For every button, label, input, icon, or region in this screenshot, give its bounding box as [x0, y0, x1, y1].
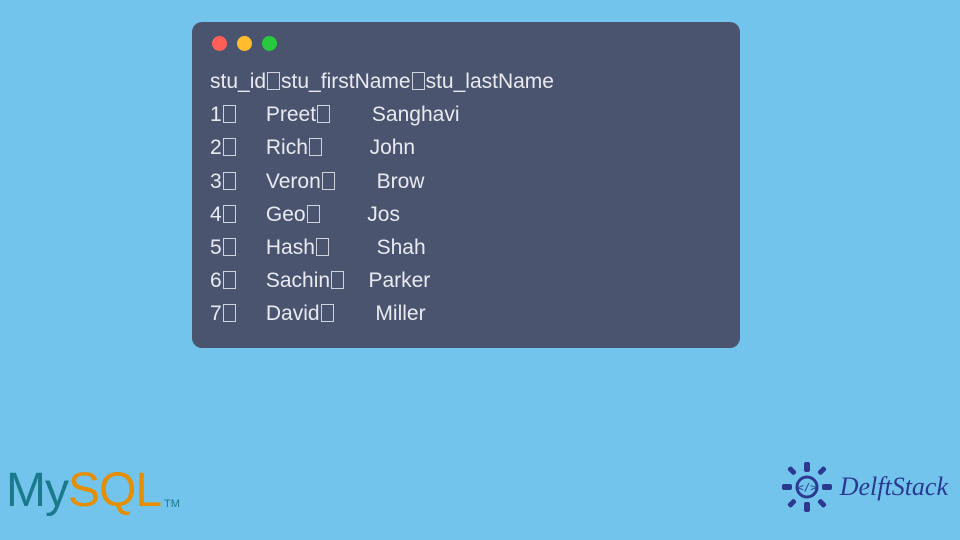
mysql-my-text: My — [6, 463, 68, 518]
cell-id: 4 — [210, 203, 222, 226]
tab-icon — [223, 205, 236, 223]
cell-id: 3 — [210, 170, 222, 193]
cell-last: Shah — [377, 236, 426, 259]
tab-icon — [223, 172, 236, 190]
svg-text:</>: </> — [797, 481, 817, 494]
tab-icon — [267, 72, 280, 90]
cell-last: Miller — [375, 302, 425, 325]
cell-first: Hash — [266, 236, 315, 259]
cell-id: 1 — [210, 103, 222, 126]
tab-icon — [331, 271, 344, 289]
header-col1: stu_id — [210, 70, 266, 93]
tab-icon — [322, 172, 335, 190]
header-col2: stu_firstName — [281, 70, 411, 93]
terminal-output: stu_idstu_firstNamestu_lastName 1 Preet … — [210, 65, 722, 330]
delftstack-label: DelftStack — [840, 472, 948, 502]
tab-icon — [223, 138, 236, 156]
cell-last: Jos — [367, 203, 400, 226]
mysql-tm-text: TM — [164, 498, 180, 510]
cell-first: Rich — [266, 136, 308, 159]
minimize-icon[interactable] — [237, 36, 252, 51]
cell-first: David — [266, 302, 320, 325]
maximize-icon[interactable] — [262, 36, 277, 51]
tab-icon — [317, 105, 330, 123]
cell-first: Geo — [266, 203, 306, 226]
cell-first: Preet — [266, 103, 316, 126]
window-controls — [210, 36, 722, 51]
tab-icon — [223, 238, 236, 256]
tab-icon — [412, 72, 425, 90]
tab-icon — [321, 304, 334, 322]
mysql-sql-text: SQL — [68, 463, 161, 518]
cell-first: Veron — [266, 170, 321, 193]
mysql-logo: MySQLTM — [6, 463, 180, 518]
cell-last: Sanghavi — [372, 103, 460, 126]
cell-last: Brow — [377, 170, 425, 193]
header-col3: stu_lastName — [426, 70, 554, 93]
cell-last: Parker — [368, 269, 430, 292]
delftstack-brand: </> DelftStack — [780, 460, 948, 514]
cell-first: Sachin — [266, 269, 330, 292]
tab-icon — [316, 238, 329, 256]
delftstack-gear-icon: </> — [780, 460, 834, 514]
tab-icon — [307, 205, 320, 223]
cell-id: 7 — [210, 302, 222, 325]
tab-icon — [309, 138, 322, 156]
terminal-window: stu_idstu_firstNamestu_lastName 1 Preet … — [192, 22, 740, 348]
cell-last: John — [370, 136, 416, 159]
cell-id: 2 — [210, 136, 222, 159]
close-icon[interactable] — [212, 36, 227, 51]
tab-icon — [223, 304, 236, 322]
cell-id: 5 — [210, 236, 222, 259]
tab-icon — [223, 271, 236, 289]
cell-id: 6 — [210, 269, 222, 292]
tab-icon — [223, 105, 236, 123]
